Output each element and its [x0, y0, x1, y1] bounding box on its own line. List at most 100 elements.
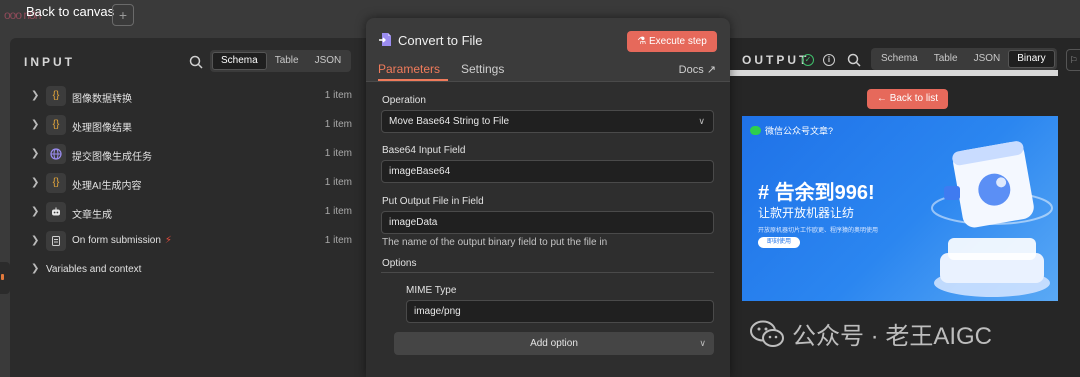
list-item[interactable]: ❯ On form submission ⚡ 1 item — [10, 227, 366, 256]
chevron-down-icon: ∨ — [699, 338, 706, 348]
chevron-right-icon[interactable]: ❯ — [31, 263, 39, 274]
chevron-right-icon[interactable]: ❯ — [31, 148, 39, 159]
banner-head-text: 微信公众号文章? — [765, 126, 834, 136]
input-panel-title: INPUT — [24, 55, 75, 69]
output-file-field[interactable]: imageData — [381, 211, 714, 234]
tab-parameters[interactable]: Parameters — [378, 62, 440, 76]
node-label: 处理图像结果 — [72, 123, 132, 134]
add-node-button[interactable]: + — [112, 4, 134, 26]
output-field-label: Put Output File in Field — [382, 196, 484, 207]
horizontal-scrollbar[interactable] — [730, 70, 1058, 76]
node-label: 文章生成 — [72, 210, 112, 221]
3d-window-illustration — [931, 141, 1053, 297]
node-label: 处理AI生成内容 — [72, 181, 142, 192]
output-view-schema[interactable]: Schema — [873, 50, 926, 68]
list-item[interactable]: ❯ {} 处理图像结果 1 item — [10, 111, 366, 140]
input-view-table[interactable]: Table — [267, 52, 307, 70]
item-count: 1 item — [324, 90, 352, 101]
docs-link[interactable]: Docs ↗ — [679, 63, 716, 76]
node-parameters-panel: Convert to File ⚗ Execute step Parameter… — [366, 18, 730, 377]
chevron-right-icon[interactable]: ❯ — [31, 90, 39, 101]
pin-icon[interactable]: ⚐ — [1066, 49, 1080, 71]
success-check-icon: ✓ — [802, 54, 814, 66]
operation-select[interactable]: Move Base64 String to File ∨ — [381, 110, 714, 133]
code-braces-icon: {} — [46, 86, 66, 106]
base64-field-label: Base64 Input Field — [382, 145, 466, 156]
chevron-down-icon: ∨ — [698, 116, 705, 126]
item-count: 1 item — [324, 119, 352, 130]
variables-label: Variables and context — [46, 264, 142, 275]
list-item[interactable]: ❯ {} 图像数据转换 1 item — [10, 82, 366, 111]
banner-title: # 告余到996! — [758, 182, 875, 204]
output-file-value: imageData — [389, 217, 438, 228]
execute-step-button[interactable]: ⚗ Execute step — [627, 31, 717, 52]
item-count: 1 item — [324, 177, 352, 188]
variables-context-row[interactable]: ❯ Variables and context — [10, 260, 366, 282]
chevron-right-icon[interactable]: ❯ — [31, 206, 39, 217]
node-title: Convert to File — [398, 33, 483, 48]
tab-settings[interactable]: Settings — [461, 62, 504, 76]
list-item[interactable]: ❯ {} 处理AI生成内容 1 item — [10, 169, 366, 198]
banner-description: 开放原机器切片工作欧更、程序猿的奥明使用 — [758, 228, 879, 234]
input-view-json[interactable]: JSON — [307, 52, 350, 70]
input-view-switcher: Schema Table JSON — [210, 50, 352, 72]
info-icon[interactable]: i — [823, 54, 835, 66]
back-to-list-button[interactable]: ← Back to list — [867, 89, 948, 109]
output-panel-title: OUTPUT — [742, 53, 810, 67]
input-view-schema[interactable]: Schema — [212, 52, 267, 70]
input-node-list: ❯ {} 图像数据转换 1 item ❯ {} 处理图像结果 1 item ❯ … — [10, 82, 366, 256]
operation-value: Move Base64 String to File — [389, 116, 510, 127]
base64-input-value: imageBase64 — [389, 166, 451, 177]
node-header: Convert to File ⚗ Execute step Parameter… — [366, 18, 730, 82]
code-braces-icon: {} — [46, 173, 66, 193]
trigger-bolt-icon: ⚡ — [164, 235, 172, 246]
output-view-json[interactable]: JSON — [966, 50, 1009, 68]
input-panel: INPUT Schema Table JSON ❯ {} 图像数据转换 1 it… — [10, 38, 366, 377]
wechat-logo — [750, 320, 784, 347]
add-option-label: Add option — [530, 338, 578, 349]
output-view-binary[interactable]: Binary — [1008, 50, 1055, 68]
back-to-canvas-link[interactable]: Back to canvas — [26, 4, 114, 19]
base64-input-field[interactable]: imageBase64 — [381, 160, 714, 183]
form-icon — [46, 231, 66, 251]
mime-type-field[interactable]: image/png — [406, 300, 714, 323]
list-item[interactable]: ❯ 提交图像生成任务 1 item — [10, 140, 366, 169]
robot-icon — [46, 202, 66, 222]
search-icon[interactable] — [188, 54, 204, 70]
search-icon[interactable] — [846, 52, 862, 68]
chevron-right-icon[interactable]: ❯ — [31, 119, 39, 130]
output-panel: OUTPUT ✓ i Schema Table JSON Binary ⚐ ← … — [730, 38, 1080, 377]
globe-icon — [46, 144, 66, 164]
watermark: 公众号 · 老王AIGC — [750, 316, 992, 351]
item-count: 1 item — [324, 235, 352, 246]
node-label: 提交图像生成任务 — [72, 152, 152, 163]
node-label-text: On form submission — [72, 235, 161, 246]
output-view-table[interactable]: Table — [926, 50, 966, 68]
chevron-right-icon[interactable]: ❯ — [31, 177, 39, 188]
node-label: 图像数据转换 — [72, 94, 132, 105]
back-to-list-label: Back to list — [889, 93, 939, 104]
output-field-hint: The name of the output binary field to p… — [382, 237, 608, 248]
output-view-switcher: Schema Table JSON Binary — [871, 48, 1057, 70]
banner-subtitle: 让款开放机器让纺 — [758, 206, 855, 220]
panel-resize-handle[interactable] — [0, 262, 10, 294]
operation-label: Operation — [382, 95, 426, 106]
convert-file-icon — [379, 33, 391, 46]
banner-header: 微信公众号文章? — [750, 124, 833, 137]
list-item[interactable]: ❯ 文章生成 1 item — [10, 198, 366, 227]
watermark-text: 公众号 · 老王AIGC — [792, 323, 993, 350]
item-count: 1 item — [324, 206, 352, 217]
mime-type-value: image/png — [414, 306, 461, 317]
options-divider — [381, 272, 714, 273]
binary-image-preview: 微信公众号文章? # 告余到996! 让款开放机器让纺 开放原机器切片工作欧更、… — [742, 116, 1058, 301]
code-braces-icon: {} — [46, 115, 66, 135]
active-tab-indicator — [378, 79, 448, 81]
banner-cta: 即刻使用 — [758, 237, 800, 248]
docs-label: Docs — [678, 64, 704, 76]
wechat-icon — [750, 126, 761, 135]
chevron-right-icon[interactable]: ❯ — [31, 235, 39, 246]
execute-step-label: Execute step — [648, 36, 707, 47]
item-count: 1 item — [324, 148, 352, 159]
add-option-button[interactable]: Add option ∨ — [394, 332, 714, 355]
mime-type-label: MIME Type — [406, 285, 457, 296]
